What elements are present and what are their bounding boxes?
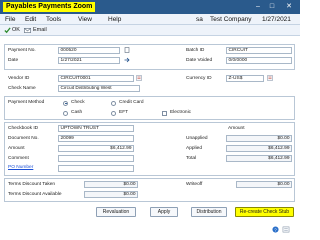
comment-label: Comment [8, 156, 29, 161]
menu-help[interactable]: Help [108, 15, 121, 24]
help-icon[interactable]: ? [272, 226, 279, 233]
radio-credit-card[interactable] [111, 100, 116, 106]
check-name-label: Check Name [8, 86, 36, 91]
currency-id-field[interactable]: Z-US$ [226, 75, 264, 82]
radio-check[interactable] [63, 100, 68, 106]
comment-field[interactable] [58, 155, 134, 162]
date-label: Date [8, 58, 19, 63]
payment-no-field[interactable]: 000520 [58, 47, 120, 54]
form-body: Payment No. 000520 Date 1/27/2021 Batch … [0, 36, 300, 240]
email-icon[interactable] [24, 27, 31, 34]
apply-button[interactable]: Apply [150, 207, 178, 217]
vendor-id-field[interactable]: CIRCUIT0001 [58, 75, 134, 82]
radio-cash[interactable] [63, 110, 68, 116]
writeoff-label: Writeoff [186, 182, 203, 187]
date-voided-field[interactable]: 0/0/0000 [226, 57, 292, 64]
maximize-icon[interactable]: □ [266, 2, 278, 12]
distribution-button[interactable]: Distribution [191, 207, 227, 217]
terms-discount-taken-label: Terms Discount Taken [8, 182, 56, 187]
amount-field[interactable]: $6,412.99 [58, 145, 134, 152]
radio-credit-card-label: Credit Card [119, 100, 144, 105]
total-field: $6,412.99 [226, 155, 292, 162]
writeoff-field: $0.00 [236, 181, 292, 188]
document-no-label: Document No. [8, 136, 39, 141]
payment-method-label: Payment Method [8, 100, 45, 105]
arrow-right-icon[interactable] [124, 57, 130, 63]
total-label: Total [186, 156, 197, 161]
user-name: sa [196, 16, 203, 23]
note-icon[interactable] [282, 226, 290, 233]
title-bar: Payables Payments Zoom – □ ✕ [0, 0, 300, 14]
minimize-icon[interactable]: – [252, 2, 264, 12]
date-field[interactable]: 1/27/2021 [58, 57, 120, 64]
checkbook-id-field[interactable]: UPTOWN TRUST [58, 125, 134, 132]
document-icon[interactable] [124, 47, 130, 53]
radio-eft-label: EFT [119, 110, 129, 115]
revaluation-button[interactable]: Revaluation [96, 207, 136, 217]
electronic-checkbox[interactable] [162, 110, 167, 116]
window-title: Payables Payments Zoom [3, 2, 96, 12]
date-voided-label: Date Voided [186, 58, 213, 63]
po-number-link[interactable]: PO Number [8, 165, 33, 171]
ok-check-icon[interactable] [4, 27, 11, 34]
unapplied-field: $0.00 [226, 135, 292, 142]
currency-lookup-icon[interactable] [267, 75, 273, 81]
terms-discount-available-field: $0.00 [84, 191, 138, 198]
menu-file[interactable]: File [5, 15, 15, 24]
checkbook-id-label: Checkbook ID [8, 126, 39, 131]
user-date: 1/27/2021 [262, 16, 291, 23]
currency-id-label: Currency ID [186, 76, 212, 81]
vendor-lookup-icon[interactable] [136, 75, 142, 81]
close-icon[interactable]: ✕ [283, 2, 295, 12]
ok-button[interactable]: OK [12, 27, 20, 34]
applied-label: Applied [186, 146, 203, 151]
batch-id-label: Batch ID [186, 48, 205, 53]
po-number-field[interactable] [58, 165, 134, 172]
applied-field: $6,412.99 [226, 145, 292, 152]
terms-discount-taken-field: $0.00 [84, 181, 138, 188]
company-name: Test Company [210, 16, 252, 23]
recreate-check-stub-button[interactable]: Re-create Check Stub [235, 207, 294, 217]
vendor-id-label: Vendor ID [8, 76, 30, 81]
menu-bar: File Edit Tools View Help sa Test Compan… [0, 14, 300, 25]
payment-method-section [4, 96, 295, 120]
menu-view[interactable]: View [78, 15, 92, 24]
email-button[interactable]: Email [33, 27, 47, 34]
electronic-label: Electronic [170, 110, 192, 115]
toolbar: OK Email [0, 25, 300, 36]
batch-id-field[interactable]: CIRCUIT [226, 47, 292, 54]
amount-column-header: Amount [228, 126, 245, 131]
radio-check-label: Check [71, 100, 85, 105]
check-name-field[interactable]: Circuit Distributing West [58, 85, 140, 92]
payment-no-label: Payment No. [8, 48, 36, 53]
radio-eft[interactable] [111, 110, 116, 116]
radio-cash-label: Cash [71, 110, 83, 115]
menu-edit[interactable]: Edit [25, 15, 36, 24]
menu-tools[interactable]: Tools [46, 15, 61, 24]
unapplied-label: Unapplied [186, 136, 208, 141]
document-no-field[interactable]: 20099 [58, 135, 134, 142]
amount-label: Amount [8, 146, 25, 151]
terms-discount-available-label: Terms Discount Available [8, 192, 62, 197]
